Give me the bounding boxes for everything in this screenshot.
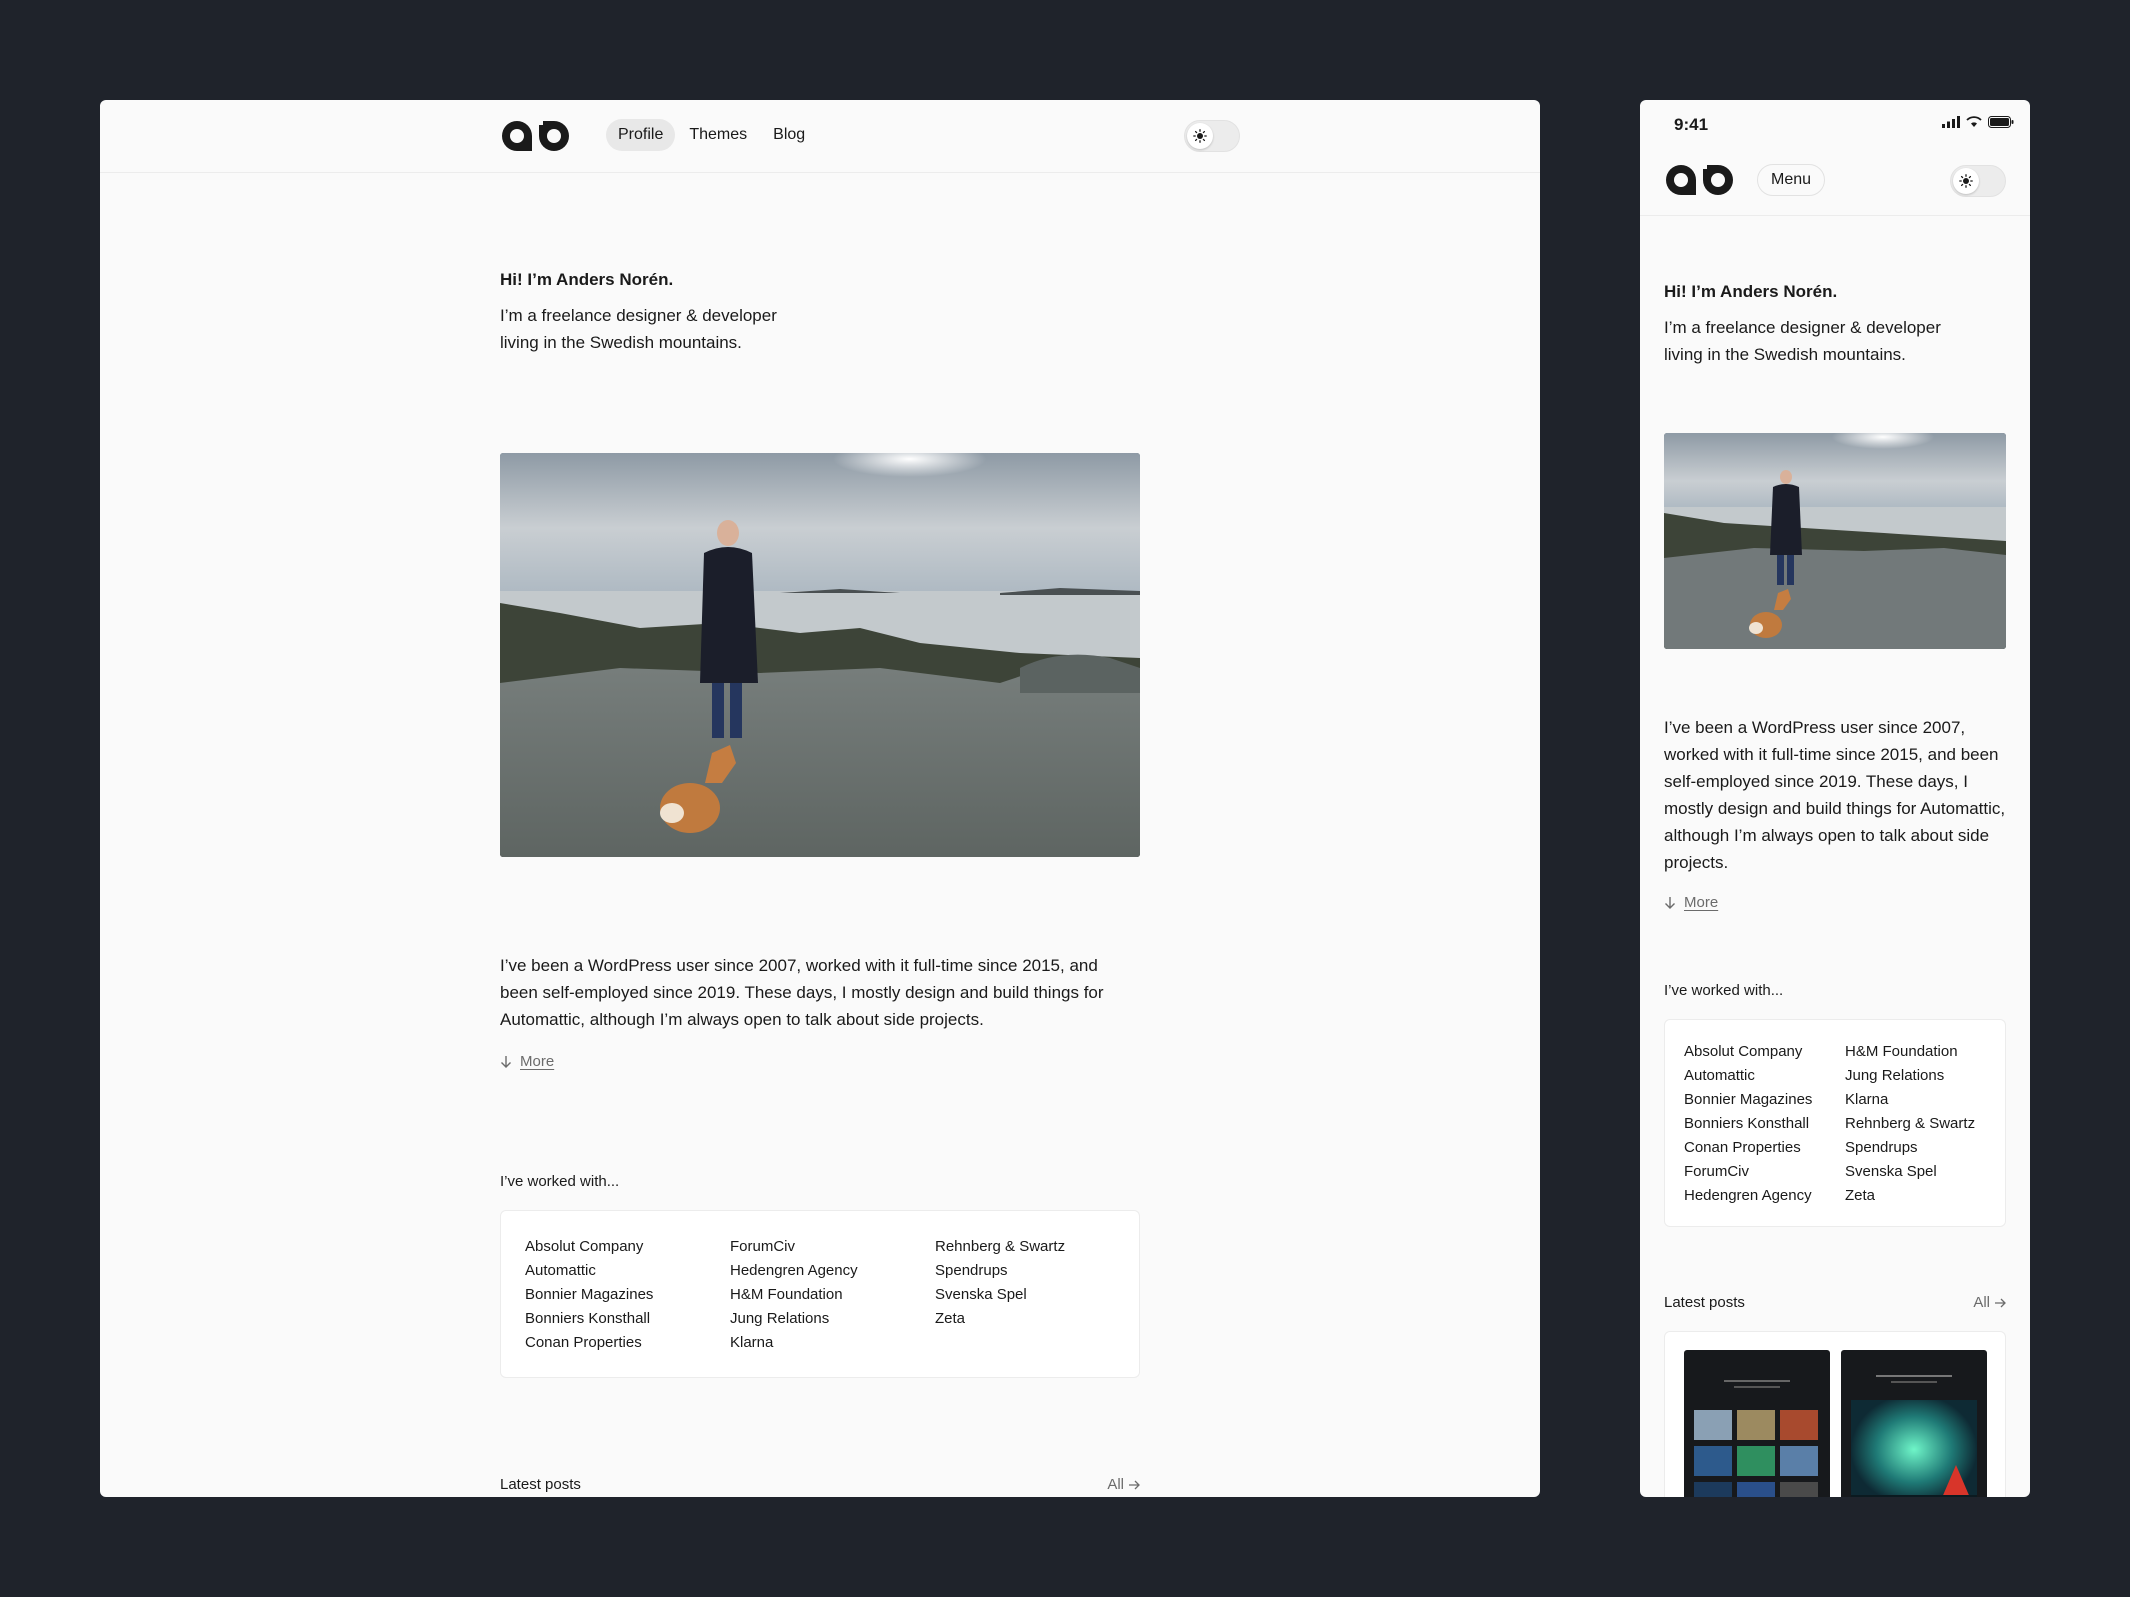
- client-item: Conan Properties: [525, 1334, 642, 1351]
- bio-text: I’ve been a WordPress user since 2007, w…: [1664, 718, 2006, 872]
- more-link[interactable]: More: [1664, 894, 1718, 911]
- client-item: Rehnberg & Swartz: [935, 1238, 1066, 1255]
- greeting: Hi! I’m Anders Norén.: [500, 270, 674, 289]
- intro-line-2: living in the Swedish mountains.: [1664, 345, 1906, 364]
- client-item: H&M Foundation: [1845, 1043, 1958, 1060]
- client-item: Jung Relations: [1845, 1067, 1945, 1084]
- bio-text: I’ve been a WordPress user since 2007, w…: [500, 956, 1104, 1029]
- theme-toggle[interactable]: [1184, 120, 1240, 152]
- client-item: Bonnier Magazines: [525, 1286, 654, 1303]
- clients-card: Absolut Company Automattic Bonnier Magaz…: [500, 1210, 1140, 1378]
- clients-column-1: Absolut Company Automattic Bonnier Magaz…: [1684, 1040, 1812, 1208]
- clients-column-3: Rehnberg & Swartz Spendrups Svenska Spel…: [935, 1235, 1065, 1331]
- status-bar: 9:41: [1640, 100, 2030, 150]
- arrow-right-icon: [1129, 1480, 1140, 1489]
- arrow-down-icon: [1665, 896, 1675, 909]
- client-item: Spendrups: [935, 1262, 1008, 1279]
- toggle-knob: [1953, 168, 1979, 194]
- more-link[interactable]: More: [500, 1053, 554, 1070]
- clients-column-2: ForumCiv Hedengren Agency H&M Foundation…: [730, 1235, 858, 1355]
- theme-toggle[interactable]: [1950, 165, 2006, 197]
- client-item: Svenska Spel: [935, 1286, 1027, 1303]
- all-label: All: [1973, 1294, 1990, 1311]
- nav-profile[interactable]: Profile: [606, 119, 676, 151]
- worked-with-title: I’ve worked with...: [500, 1173, 620, 1190]
- sun-icon: [1193, 129, 1207, 143]
- site-logo[interactable]: [1664, 163, 1735, 197]
- profile-photo: [500, 453, 1140, 857]
- arrow-right-icon: [1995, 1298, 2006, 1307]
- all-label: All: [1107, 1476, 1124, 1493]
- more-label: More: [1684, 894, 1719, 911]
- nav-themes[interactable]: Themes: [677, 119, 759, 151]
- clients-card: Absolut Company Automattic Bonnier Magaz…: [1664, 1019, 2006, 1227]
- client-item: ForumCiv: [730, 1238, 796, 1255]
- client-item: Jung Relations: [730, 1310, 830, 1327]
- clients-column-2: H&M Foundation Jung Relations Klarna Reh…: [1845, 1040, 1975, 1208]
- client-item: Klarna: [730, 1334, 774, 1351]
- client-item: Hedengren Agency: [1684, 1187, 1812, 1204]
- worked-with-title: I’ve worked with...: [1664, 982, 1784, 999]
- post-thumbnail: [1684, 1350, 1830, 1497]
- more-label: More: [520, 1053, 555, 1070]
- logo-d-icon: [1703, 165, 1733, 195]
- client-item: Svenska Spel: [1845, 1163, 1937, 1180]
- client-item: Absolut Company: [1684, 1043, 1803, 1060]
- greeting: Hi! I’m Anders Norén.: [1664, 282, 1838, 301]
- post-thumbnail: [1841, 1350, 1987, 1497]
- client-item: Hedengren Agency: [730, 1262, 858, 1279]
- clients-column-1: Absolut Company Automattic Bonnier Magaz…: [525, 1235, 653, 1355]
- site-header: Profile Themes Blog: [100, 100, 1540, 173]
- wifi-icon: [1966, 116, 1982, 127]
- latest-posts-title: Latest posts: [1664, 1294, 1745, 1311]
- all-posts-link[interactable]: All: [1973, 1294, 2006, 1311]
- intro-text: I’m a freelance designer & developer liv…: [1664, 314, 2006, 368]
- logo-a-icon: [502, 121, 532, 151]
- main-nav: Profile Themes Blog: [606, 119, 817, 151]
- arrow-down-icon: [501, 1055, 511, 1068]
- client-item: Bonnier Magazines: [1684, 1091, 1813, 1108]
- client-item: Rehnberg & Swartz: [1845, 1115, 1976, 1132]
- intro-line-2: living in the Swedish mountains.: [500, 333, 742, 352]
- client-item: Bonniers Konsthall: [1684, 1115, 1810, 1132]
- client-item: Bonniers Konsthall: [525, 1310, 651, 1327]
- client-item: Klarna: [1845, 1091, 1889, 1108]
- profile-photo: [1664, 433, 2006, 649]
- mobile-phone-frame: 9:41 Menu Hi! I’m Anders Norén. I’m a fr…: [1640, 100, 2030, 1497]
- sun-icon: [1959, 174, 1973, 188]
- signal-icon: [1942, 116, 1960, 128]
- toggle-knob: [1187, 123, 1213, 149]
- logo-d-icon: [539, 121, 569, 151]
- desktop-browser-frame: Profile Themes Blog Hi! I’m Anders Norén…: [100, 100, 1540, 1497]
- latest-posts-title: Latest posts: [500, 1476, 581, 1493]
- menu-button[interactable]: Menu: [1757, 164, 1826, 196]
- client-item: ForumCiv: [1684, 1163, 1750, 1180]
- client-item: Zeta: [935, 1310, 966, 1327]
- client-item: Zeta: [1845, 1187, 1876, 1204]
- client-item: H&M Foundation: [730, 1286, 843, 1303]
- intro-text: I’m a freelance designer & developer liv…: [500, 302, 820, 356]
- logo-a-icon: [1666, 165, 1696, 195]
- post-card[interactable]: [1664, 1331, 2006, 1497]
- status-icons: [1942, 116, 2014, 128]
- intro-line-1: I’m a freelance designer & developer: [500, 306, 777, 325]
- all-posts-link[interactable]: All: [1107, 1476, 1140, 1493]
- client-item: Spendrups: [1845, 1139, 1918, 1156]
- nav-blog[interactable]: Blog: [761, 119, 817, 151]
- intro-line-1: I’m a freelance designer & developer: [1664, 318, 1941, 337]
- client-item: Automattic: [1684, 1067, 1755, 1084]
- status-time: 9:41: [1674, 115, 1709, 134]
- battery-icon: [1988, 116, 2014, 128]
- client-item: Absolut Company: [525, 1238, 644, 1255]
- site-logo[interactable]: [500, 119, 571, 153]
- mobile-header: Menu: [1640, 150, 2030, 216]
- client-item: Automattic: [525, 1262, 596, 1279]
- client-item: Conan Properties: [1684, 1139, 1801, 1156]
